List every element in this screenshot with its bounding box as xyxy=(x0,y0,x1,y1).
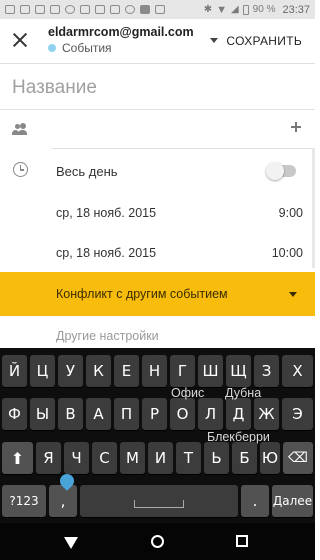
clock-icon xyxy=(13,162,28,177)
event-toolbar: eldarmrcom@gmail.com События СОХРАНИТЬ xyxy=(0,19,315,64)
photo-icon xyxy=(95,5,105,14)
key-letter[interactable]: А xyxy=(86,398,111,430)
space-bar-icon xyxy=(134,500,184,508)
toggle-knob xyxy=(266,162,284,180)
chevron-down-icon[interactable] xyxy=(210,38,218,43)
key-letter[interactable]: Ф xyxy=(2,398,27,430)
battery-percent: 90 % xyxy=(252,4,276,15)
gmail-icon xyxy=(5,5,15,14)
android-icon xyxy=(140,5,150,14)
key-letter[interactable]: Б xyxy=(232,442,257,474)
status-bar: ✱ ▼ ◢ 90 % 23:37 xyxy=(0,0,315,19)
shift-key[interactable]: ⬆ xyxy=(2,442,33,474)
key-letter[interactable]: Й xyxy=(2,355,27,387)
add-guest-icon[interactable] xyxy=(291,122,301,132)
space-key[interactable] xyxy=(80,485,238,517)
start-date[interactable]: ср, 18 нояб. 2015 xyxy=(56,206,156,220)
key-letter[interactable]: З xyxy=(254,355,279,387)
globe-icon xyxy=(65,5,75,14)
recents-icon[interactable] xyxy=(236,535,248,547)
suggestion-2[interactable]: Дубна xyxy=(225,386,261,400)
key-letter[interactable]: Э xyxy=(282,398,313,430)
start-time[interactable]: 9:00 xyxy=(279,206,303,220)
calendar-name[interactable]: События xyxy=(62,41,112,55)
key-letter[interactable]: Д xyxy=(226,398,251,430)
enter-key[interactable]: Далее xyxy=(272,485,313,517)
title-row: Название xyxy=(0,64,315,110)
at-icon xyxy=(125,5,135,14)
guests-row[interactable] xyxy=(0,110,315,150)
back-icon[interactable] xyxy=(64,537,78,549)
period-key[interactable]: . xyxy=(241,485,269,517)
key-letter[interactable]: С xyxy=(92,442,117,474)
title-input[interactable]: Название xyxy=(12,77,97,99)
wifi-icon: ▼ xyxy=(216,3,227,16)
key-letter[interactable]: Н xyxy=(142,355,167,387)
key-letter[interactable]: Ч xyxy=(64,442,89,474)
conflict-banner[interactable]: Конфликт с другим событием xyxy=(0,272,315,316)
key-letter[interactable]: Ш xyxy=(198,355,223,387)
conflict-text: Конфликт с другим событием xyxy=(56,287,228,301)
key-letter[interactable]: Ю xyxy=(260,442,280,474)
navigation-bar xyxy=(0,523,315,560)
suggestion-1[interactable]: Офис xyxy=(171,386,204,400)
key-letter[interactable]: Ы xyxy=(30,398,55,430)
notification-icons xyxy=(5,5,165,14)
keyboard: Й Ц У К Е Н Г Ш Щ З Х Ф Ы В А П Р О Л Д … xyxy=(0,348,315,523)
key-letter[interactable]: Ц xyxy=(30,355,55,387)
key-letter[interactable]: Х xyxy=(282,355,313,387)
system-indicators: ✱ ▼ ◢ 90 % 23:37 xyxy=(204,4,310,16)
photo-icon xyxy=(35,5,45,14)
end-time[interactable]: 10:00 xyxy=(272,246,303,260)
key-letter[interactable]: П xyxy=(114,398,139,430)
more-notifications-icon xyxy=(155,5,165,14)
add-people-icon xyxy=(12,122,30,136)
key-letter[interactable]: М xyxy=(120,442,145,474)
backspace-icon: ⌫ xyxy=(288,450,308,466)
all-day-label: Весь день xyxy=(56,164,118,179)
key-letter[interactable]: Е xyxy=(114,355,139,387)
key-letter[interactable]: Я xyxy=(36,442,61,474)
email-icon xyxy=(20,5,30,14)
key-letter[interactable]: Р xyxy=(142,398,167,430)
more-settings[interactable]: Другие настройки xyxy=(56,329,159,343)
backspace-key[interactable]: ⌫ xyxy=(283,442,313,474)
clock: 23:37 xyxy=(282,3,310,16)
signal-icon: ◢ xyxy=(230,4,239,15)
key-letter[interactable]: О xyxy=(170,398,195,430)
battery-icon xyxy=(242,4,249,15)
account-selector[interactable]: eldarmrcom@gmail.com xyxy=(48,25,194,39)
calendar-color-dot xyxy=(48,44,56,52)
key-letter[interactable]: Г xyxy=(170,355,195,387)
key-letter[interactable]: Л xyxy=(198,398,223,430)
divider xyxy=(52,148,315,149)
key-letter[interactable]: У xyxy=(58,355,83,387)
end-date[interactable]: ср, 18 нояб. 2015 xyxy=(56,246,156,260)
image-icon xyxy=(110,5,120,14)
key-letter[interactable]: К xyxy=(86,355,111,387)
key-letter[interactable]: И xyxy=(148,442,173,474)
scrollbar[interactable] xyxy=(312,148,315,268)
comma-key[interactable]: , xyxy=(49,485,77,517)
close-icon[interactable] xyxy=(12,32,28,48)
key-letter[interactable]: Щ xyxy=(226,355,251,387)
home-icon[interactable] xyxy=(151,535,164,548)
shift-icon: ⬆ xyxy=(10,448,25,468)
chevron-down-icon[interactable] xyxy=(289,292,297,297)
key-letter[interactable]: Ж xyxy=(254,398,279,430)
key-letter[interactable]: Ь xyxy=(204,442,229,474)
image-icon xyxy=(80,5,90,14)
print-icon xyxy=(50,5,60,14)
symbols-key[interactable]: ?123 xyxy=(2,485,46,517)
vibrate-icon: ✱ xyxy=(203,4,213,15)
key-letter[interactable]: Т xyxy=(176,442,201,474)
all-day-toggle[interactable] xyxy=(266,162,296,180)
save-button[interactable]: СОХРАНИТЬ xyxy=(226,34,302,48)
key-letter[interactable]: В xyxy=(58,398,83,430)
